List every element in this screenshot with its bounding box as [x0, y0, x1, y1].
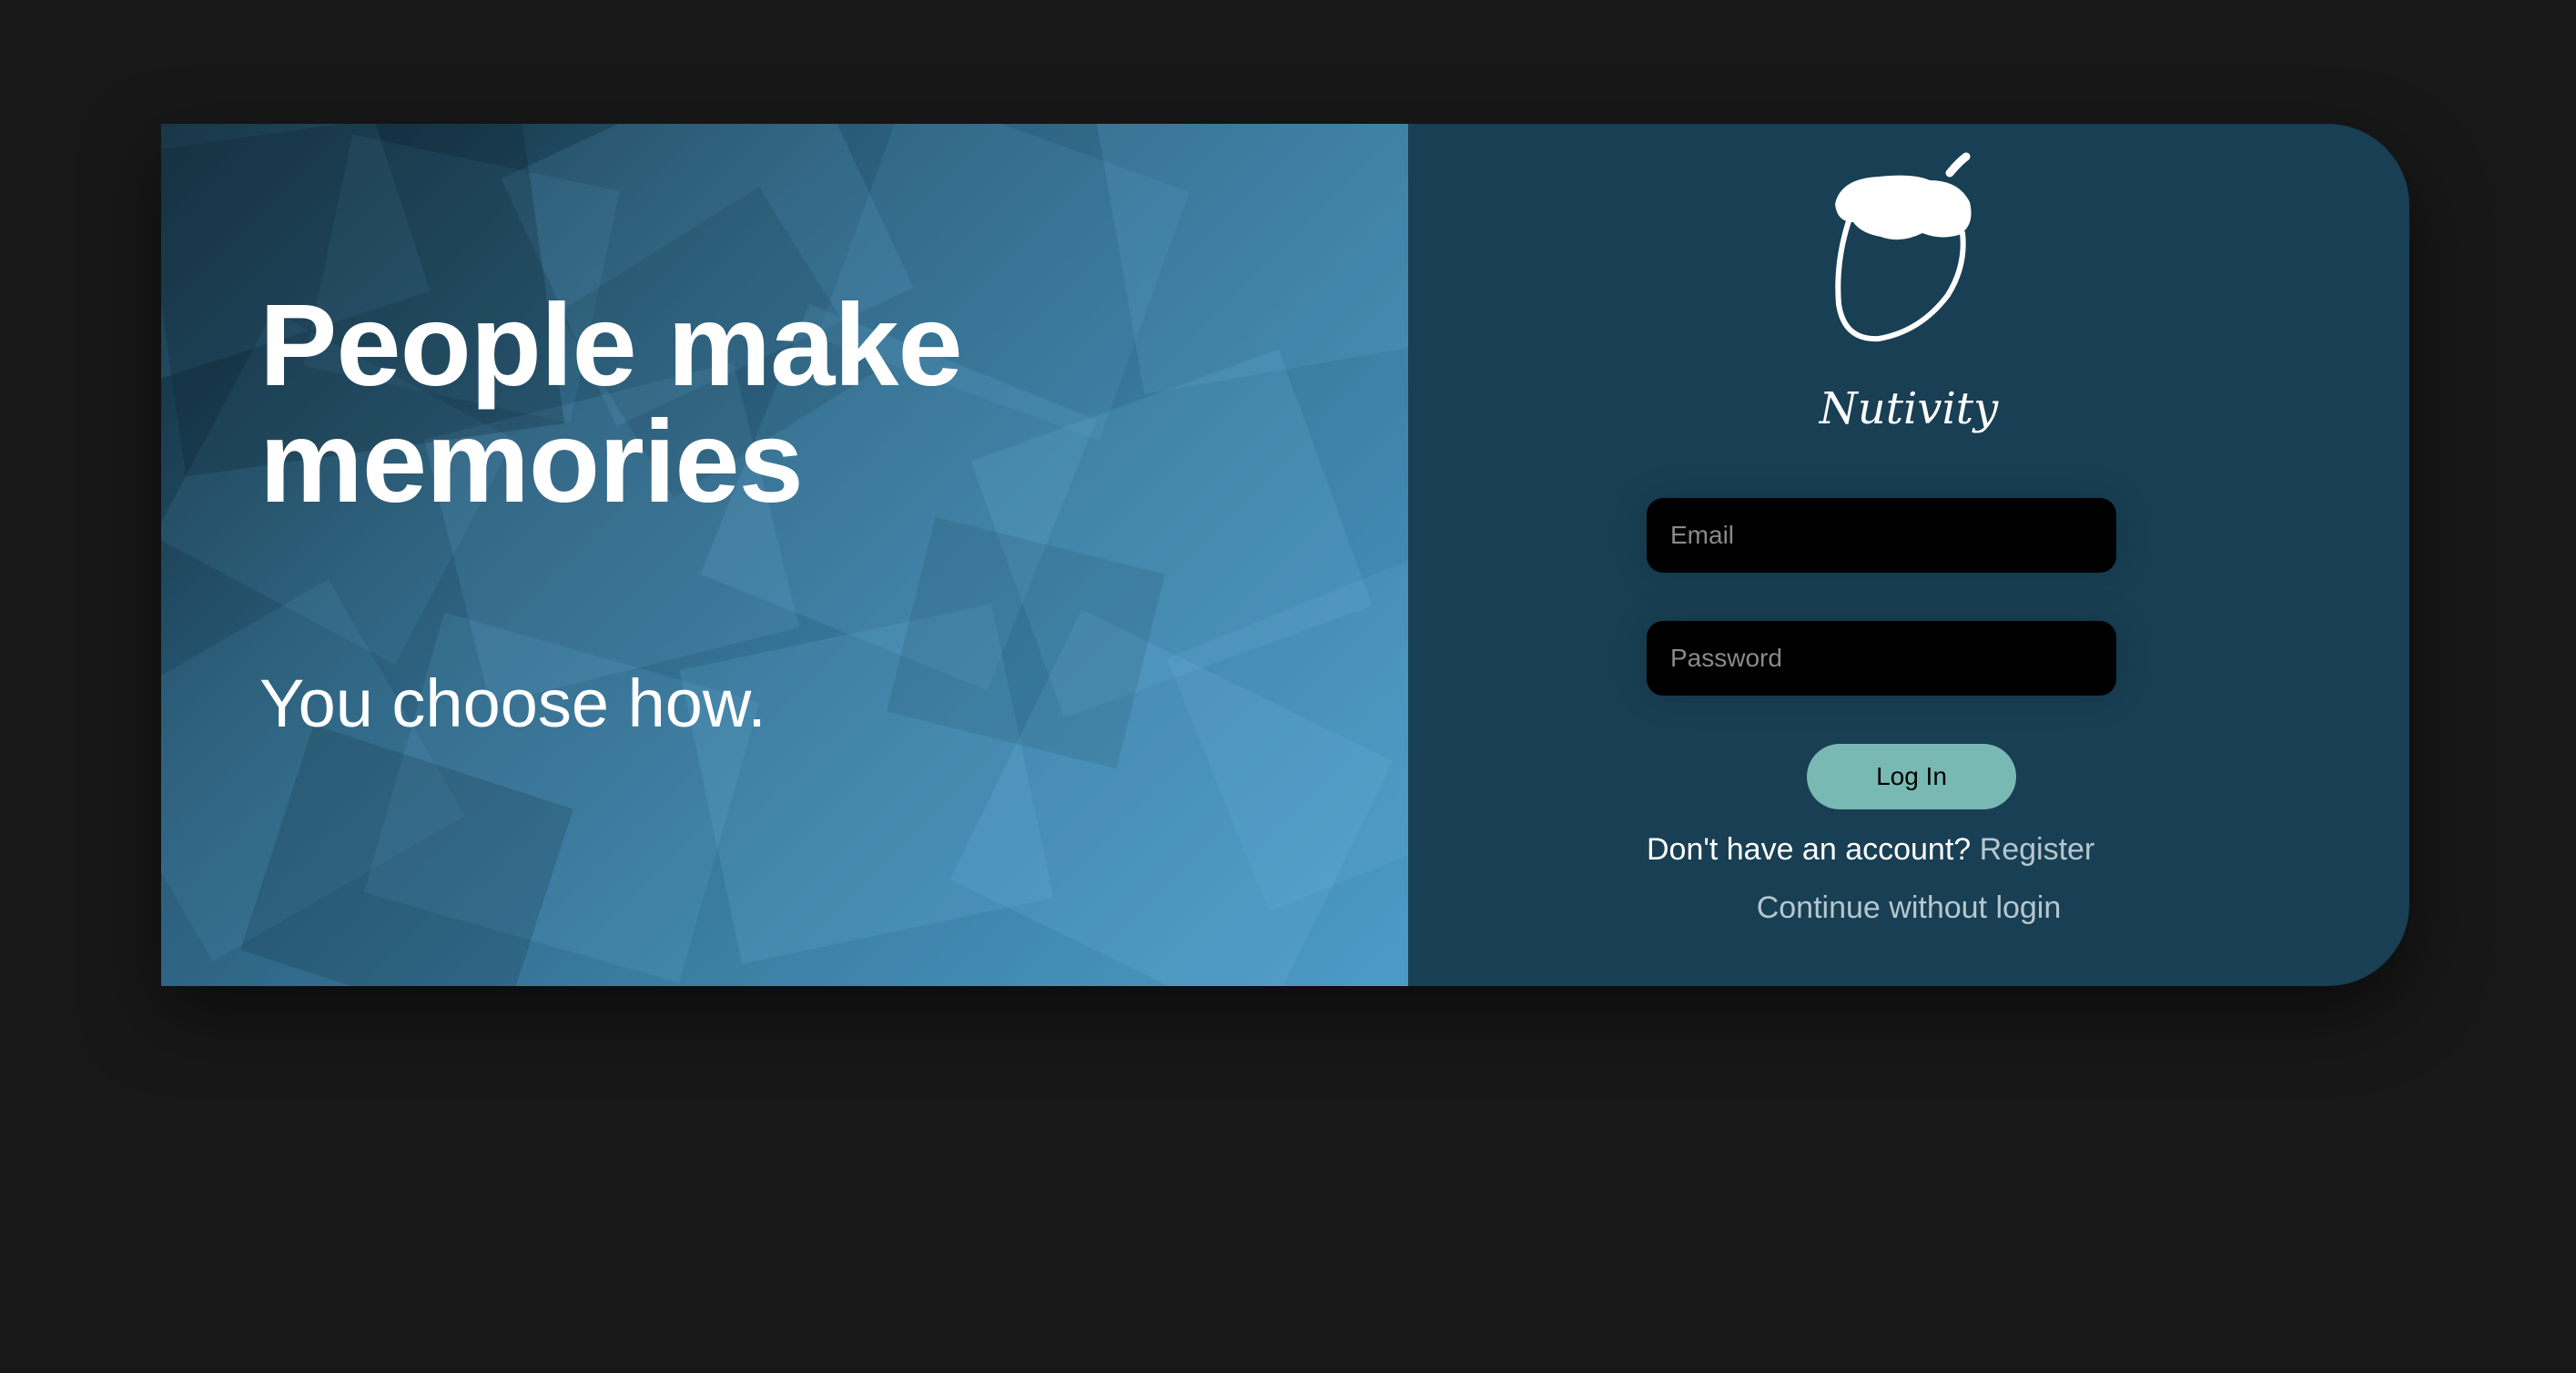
password-field[interactable]: [1647, 621, 2116, 696]
login-card: People make memories You choose how. Nut…: [161, 124, 2409, 986]
continue-without-login-link[interactable]: Continue without login: [1408, 890, 2409, 926]
brand-name: Nutivity: [1819, 383, 1999, 434]
hero-headline: People make memories: [259, 280, 963, 527]
hero-subline: You choose how.: [259, 666, 766, 741]
register-prompt: Don't have an account?: [1647, 832, 1972, 867]
login-panel: Nutivity Log In Don't have an account? R…: [1408, 124, 2409, 986]
register-prompt-line: Don't have an account? Register: [1647, 832, 2094, 868]
hero-panel: People make memories You choose how.: [161, 124, 1408, 986]
acorn-icon: [1835, 152, 1972, 342]
login-button[interactable]: Log In: [1807, 744, 2016, 809]
email-field[interactable]: [1647, 498, 2116, 573]
brand-logo: [1408, 149, 2409, 350]
register-link[interactable]: Register: [1980, 832, 2095, 867]
hero-background-pattern: [161, 124, 1408, 986]
